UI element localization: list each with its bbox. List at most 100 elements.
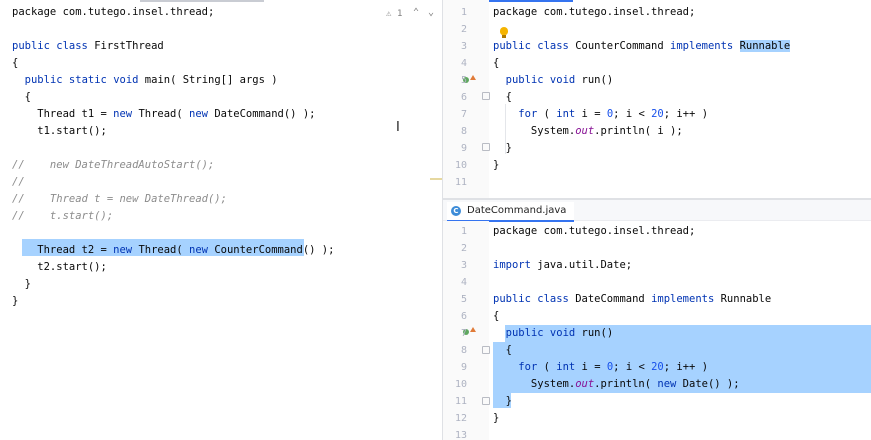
fold-icon[interactable] xyxy=(482,92,490,100)
line-number: 7 xyxy=(460,109,467,120)
code-token: for xyxy=(518,108,544,120)
code-line[interactable]: for ( int i = 0; i < 20; i++ ) xyxy=(493,106,708,123)
code-line[interactable]: for ( int i = 0; i < 20; i++ ) xyxy=(493,359,708,376)
code-token: // Thread t = new DateThread(); xyxy=(12,193,227,205)
code-token: ; i < xyxy=(613,361,652,373)
code-token: 20 xyxy=(651,108,664,120)
code-line[interactable]: public void run() xyxy=(493,325,613,342)
code-token: class xyxy=(56,40,95,52)
code-token: } xyxy=(493,395,512,407)
code-line[interactable]: } xyxy=(493,410,499,427)
code-token: package com.tutego.insel.thread; xyxy=(12,6,215,18)
code-token: } xyxy=(12,295,19,307)
fold-icon[interactable] xyxy=(482,143,490,151)
code-line[interactable]: public static void main( String[] args ) xyxy=(12,72,278,89)
code-line[interactable]: // new DateThreadAutoStart(); xyxy=(12,157,214,174)
line-number: 6 xyxy=(460,92,467,103)
code-line[interactable]: t1.start(); xyxy=(12,123,107,140)
code-token: package com.tutego.insel.thread; xyxy=(493,6,696,18)
fold-icon[interactable] xyxy=(482,397,490,405)
code-token: { xyxy=(493,91,512,103)
code-line[interactable]: { xyxy=(493,89,512,106)
code-token: Date() ); xyxy=(682,378,740,390)
override-arrow-icon[interactable] xyxy=(470,75,476,80)
code-token: new xyxy=(189,108,215,120)
code-line[interactable]: } xyxy=(493,157,499,174)
code-token: Thread( xyxy=(138,244,190,256)
code-token: } xyxy=(493,159,500,171)
code-token: FirstThread xyxy=(94,40,164,52)
code-token: package com.tutego.insel.thread; xyxy=(493,225,696,237)
code-token: public xyxy=(493,40,538,52)
code-token: run() xyxy=(581,327,614,339)
code-line[interactable]: public class DateCommand implements Runn… xyxy=(493,291,771,308)
code-line[interactable]: System.out.println( new Date() ); xyxy=(493,376,740,393)
code-token: java.util.Date; xyxy=(537,259,633,271)
right-bottom-editor-pane[interactable]: C DateCommand.java 1 package com.tutego.i… xyxy=(443,200,871,440)
code-line[interactable]: } xyxy=(493,140,512,157)
line-number: 8 xyxy=(460,126,467,137)
code-token: .println( i ); xyxy=(594,125,683,137)
code-line[interactable]: public void run() xyxy=(493,72,613,89)
code-line[interactable]: package com.tutego.insel.thread; xyxy=(493,223,695,240)
code-line[interactable]: t2.start(); xyxy=(12,259,107,276)
code-line[interactable]: { xyxy=(12,55,18,72)
code-token: { xyxy=(12,91,31,103)
line-number: 9 xyxy=(460,362,467,373)
code-token: public xyxy=(505,74,550,86)
code-token: ; i++ ) xyxy=(663,108,709,120)
code-token: 20 xyxy=(651,361,664,373)
line-number: 2 xyxy=(460,24,467,35)
fold-icon[interactable] xyxy=(482,346,490,354)
code-token: main( String[] args ) xyxy=(144,74,278,86)
lightbulb-icon[interactable] xyxy=(500,27,508,35)
code-token: ; i++ ) xyxy=(663,361,709,373)
line-number: 11 xyxy=(454,396,467,407)
line-number: 5 xyxy=(460,75,467,86)
code-token: // xyxy=(12,176,25,188)
chevron-up-icon[interactable]: ⌃ xyxy=(413,7,419,18)
code-line[interactable]: { xyxy=(493,342,512,359)
text-cursor-icon: I xyxy=(396,120,400,135)
scroll-indicator xyxy=(140,0,264,2)
code-line[interactable]: } xyxy=(12,276,31,293)
code-token: } xyxy=(12,278,31,290)
code-token: void xyxy=(549,74,582,86)
code-line[interactable]: package com.tutego.insel.thread; xyxy=(12,4,214,21)
line-number: 5 xyxy=(460,294,467,305)
left-editor-pane[interactable]: package com.tutego.insel.thread; public c… xyxy=(0,0,442,440)
code-line[interactable]: Thread t2 = new Thread( new CounterComma… xyxy=(12,242,334,259)
code-token: // t.start(); xyxy=(12,210,114,222)
code-line[interactable]: public class CounterCommand implements R… xyxy=(493,38,791,55)
code-line[interactable]: { xyxy=(12,89,31,106)
code-line[interactable]: public class FirstThread xyxy=(12,38,164,55)
code-line[interactable]: } xyxy=(12,293,18,310)
code-line[interactable]: Thread t1 = new Thread( new DateCommand(… xyxy=(12,106,315,123)
code-token: ( xyxy=(543,361,557,373)
code-token: public xyxy=(505,327,550,339)
code-line[interactable]: package com.tutego.insel.thread; xyxy=(493,4,695,21)
code-line[interactable]: // Thread t = new DateThread(); xyxy=(12,191,227,208)
code-line[interactable]: // t.start(); xyxy=(12,208,113,225)
code-line[interactable]: } xyxy=(493,393,512,410)
code-line[interactable]: import java.util.Date; xyxy=(493,257,632,274)
code-token: } xyxy=(493,142,512,154)
chevron-down-icon[interactable]: ⌄ xyxy=(428,7,434,18)
override-arrow-icon[interactable] xyxy=(470,327,476,332)
tab-datecommand[interactable]: C DateCommand.java xyxy=(447,202,575,222)
code-line[interactable]: { xyxy=(493,308,499,325)
line-number: 3 xyxy=(460,260,467,271)
warning-count[interactable]: 1 xyxy=(397,9,402,19)
right-top-editor-pane[interactable]: 1 package com.tutego.insel.thread; 2 3 publi… xyxy=(443,0,871,198)
code-line[interactable]: { xyxy=(493,55,499,72)
warning-triangle-icon[interactable]: ⚠ xyxy=(386,9,391,19)
line-number: 13 xyxy=(454,430,467,440)
code-token: public xyxy=(12,40,57,52)
code-token: ( xyxy=(543,108,557,120)
line-number: 4 xyxy=(460,58,467,69)
code-token: out xyxy=(575,378,595,390)
code-token: Runnable xyxy=(739,40,791,52)
code-line[interactable]: // xyxy=(12,174,25,191)
code-line[interactable]: System.out.println( i ); xyxy=(493,123,683,140)
